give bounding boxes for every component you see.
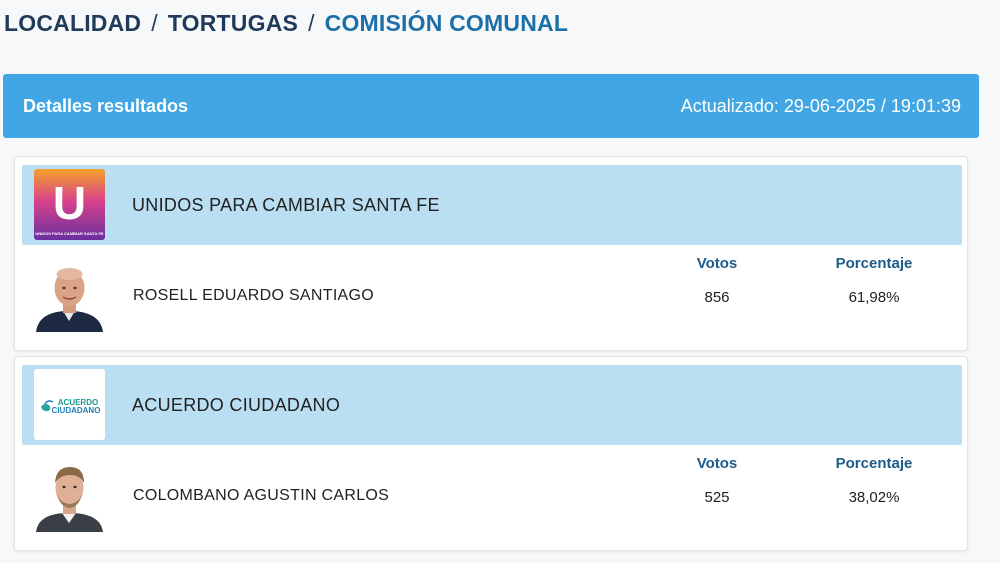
result-card: ACUERDO CIUDADANO ACUERDO CIUDADANO COLO… bbox=[14, 356, 968, 551]
candidate-portrait-icon bbox=[34, 461, 105, 532]
percentage-value: 38,02% bbox=[848, 489, 900, 506]
acuerdo-logo-word2: CIUDADANO bbox=[52, 406, 101, 415]
breadcrumb-separator: / bbox=[308, 10, 315, 36]
candidate-photo bbox=[34, 461, 105, 532]
party-name: UNIDOS PARA CAMBIAR SANTA FE bbox=[132, 195, 440, 215]
candidate-portrait-icon bbox=[34, 261, 105, 332]
breadcrumb-localidad[interactable]: LOCALIDAD bbox=[4, 10, 141, 36]
party-name: ACUERDO CIUDADANO bbox=[132, 395, 341, 415]
candidate-photo bbox=[34, 261, 105, 332]
party-logo-unidos: U UNIDOS PARA CAMBIAR SANTA FE bbox=[34, 169, 105, 240]
votes-value: 856 bbox=[704, 289, 730, 306]
results-title: Detalles resultados bbox=[23, 95, 189, 116]
breadcrumb-comision-comunal: COMISIÓN COMUNAL bbox=[324, 10, 569, 36]
party-row: ACUERDO CIUDADANO ACUERDO CIUDADANO bbox=[22, 365, 962, 445]
unidos-logo-letter: U bbox=[53, 177, 86, 229]
percentage-header: Porcentaje bbox=[835, 455, 913, 472]
votes-header: Votos bbox=[696, 255, 738, 272]
candidate-name: ROSELL EDUARDO SANTIAGO bbox=[133, 287, 375, 304]
unidos-logo-caption: UNIDOS PARA CAMBIAR SANTA FE bbox=[35, 231, 104, 236]
last-updated: Actualizado: 29-06-2025 / 19:01:39 bbox=[680, 95, 961, 116]
breadcrumb-separator: / bbox=[151, 10, 158, 36]
party-logo-acuerdo: ACUERDO CIUDADANO bbox=[34, 369, 105, 440]
percentage-value: 61,98% bbox=[848, 289, 900, 306]
acuerdo-logo-icon: ACUERDO CIUDADANO bbox=[34, 369, 105, 440]
party-row: U UNIDOS PARA CAMBIAR SANTA FE UNIDOS PA… bbox=[22, 165, 962, 245]
votes-header: Votos bbox=[696, 455, 738, 472]
results-header: Detalles resultados Actualizado: 29-06-2… bbox=[3, 74, 979, 138]
result-card: U UNIDOS PARA CAMBIAR SANTA FE UNIDOS PA… bbox=[14, 156, 968, 351]
candidate-name: COLOMBANO AGUSTIN CARLOS bbox=[133, 487, 390, 504]
breadcrumb-tortugas[interactable]: TORTUGAS bbox=[168, 10, 298, 36]
votes-value: 525 bbox=[704, 489, 730, 506]
percentage-header: Porcentaje bbox=[835, 255, 913, 272]
breadcrumb: LOCALIDAD / TORTUGAS / COMISIÓN COMUNAL bbox=[4, 10, 568, 37]
unidos-logo-icon: U UNIDOS PARA CAMBIAR SANTA FE bbox=[34, 169, 105, 240]
